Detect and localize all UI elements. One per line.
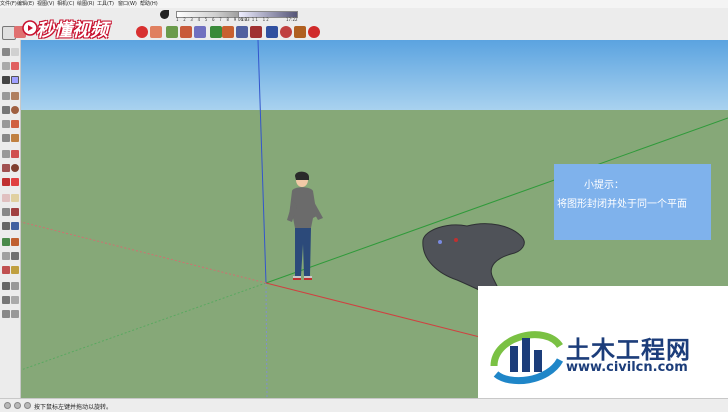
rectangle-tool-icon[interactable] xyxy=(2,92,10,100)
rotate-tool-icon[interactable] xyxy=(2,164,10,172)
menu-tools[interactable]: 工具(T) xyxy=(97,0,114,8)
offset-tool-icon[interactable] xyxy=(11,150,19,158)
sky xyxy=(21,40,728,110)
geo-location-icon[interactable] xyxy=(4,402,11,409)
move-tool-icon[interactable] xyxy=(2,150,10,158)
zoom-extents-tool-icon[interactable] xyxy=(2,252,10,260)
text-tool-icon[interactable] xyxy=(11,194,19,202)
3d-text-tool-icon[interactable] xyxy=(11,208,19,216)
sandbox-icon[interactable] xyxy=(2,296,10,304)
status-bar: 按下鼠标左键并拖动以旋转。 xyxy=(0,398,728,412)
text-icon[interactable] xyxy=(180,26,192,38)
site-url: www.civilcn.com xyxy=(566,360,688,375)
menu-view[interactable]: 视图(V) xyxy=(37,0,54,8)
zoom-tool-icon[interactable] xyxy=(2,238,10,246)
status-text: 按下鼠标左键并拖动以旋转。 xyxy=(34,404,113,411)
warehouse-icon[interactable] xyxy=(308,26,320,38)
menu-file[interactable]: 文件(F) xyxy=(0,0,17,8)
pan-tool-icon[interactable] xyxy=(11,222,19,230)
scale-tool-icon[interactable] xyxy=(11,164,19,172)
orbit-tool-icon[interactable] xyxy=(2,222,10,230)
time-start: 06:33 xyxy=(238,17,250,22)
look-around-icon[interactable] xyxy=(2,282,10,290)
protractor-tool-icon[interactable] xyxy=(2,194,10,202)
select-tool-icon[interactable] xyxy=(2,48,10,56)
menu-draw[interactable]: 绘图(R) xyxy=(77,0,94,8)
polygon-tool-icon[interactable] xyxy=(2,106,10,114)
site-watermark: 土木工程网 www.civilcn.com xyxy=(478,286,728,411)
menu-camera[interactable]: 相机(C) xyxy=(57,0,74,8)
eraser-tool-icon[interactable] xyxy=(11,62,19,70)
tip-title: 小提示： xyxy=(584,180,624,191)
zoom-extents-icon[interactable] xyxy=(250,26,262,38)
arc2-tool-icon[interactable] xyxy=(2,120,10,128)
paint-bucket-icon[interactable] xyxy=(2,62,10,70)
tip-body: 将图形封闭并处于同一个平面 xyxy=(557,199,687,210)
push-pull-tool-icon[interactable] xyxy=(2,134,10,142)
brand-logo: 秒懂视频 xyxy=(22,16,142,41)
section-plane-icon[interactable] xyxy=(11,282,19,290)
freehand-tool-icon[interactable] xyxy=(11,76,19,84)
components-icon[interactable] xyxy=(280,26,292,38)
menu-help[interactable]: 帮助(H) xyxy=(140,0,158,8)
previous-tool-icon[interactable] xyxy=(11,252,19,260)
zoom-window-tool-icon[interactable] xyxy=(11,238,19,246)
shadow-icon[interactable] xyxy=(160,10,169,19)
menu-edit[interactable]: 编辑(E) xyxy=(17,0,34,8)
arc-tool-icon[interactable] xyxy=(11,106,19,114)
time-end: 17:22 xyxy=(286,17,298,22)
credits-icon[interactable] xyxy=(14,402,21,409)
brand-logo-text: 秒懂视频 xyxy=(36,20,108,41)
stamp-icon[interactable] xyxy=(2,310,10,318)
civil-logo-icon xyxy=(490,331,564,385)
previous-view-icon[interactable] xyxy=(266,26,278,38)
menu-window[interactable]: 窗口(W) xyxy=(118,0,137,8)
make-component-icon[interactable] xyxy=(11,48,19,56)
line-tool-icon[interactable] xyxy=(2,76,10,84)
left-toolbar xyxy=(0,40,21,398)
tip-box: 小提示： 将图形封闭并处于同一个平面 xyxy=(554,164,711,240)
month-ticks: 1 2 3 4 5 6 7 8 9 10 11 12 xyxy=(176,17,270,22)
drape-icon[interactable] xyxy=(11,310,19,318)
materials-icon[interactable] xyxy=(294,26,306,38)
circle-tool-icon[interactable] xyxy=(11,92,19,100)
cursor-marker xyxy=(454,238,458,242)
walk-tool-icon[interactable] xyxy=(11,266,19,274)
shape-vertex-marker xyxy=(438,240,442,244)
pie-tool-icon[interactable] xyxy=(11,120,19,128)
dimension-tool-icon[interactable] xyxy=(11,178,19,186)
zoom-icon[interactable] xyxy=(236,26,248,38)
help-icon[interactable] xyxy=(24,402,31,409)
follow-me-tool-icon[interactable] xyxy=(11,134,19,142)
axes-icon[interactable] xyxy=(194,26,206,38)
offset-icon[interactable] xyxy=(150,26,162,38)
smoove-icon[interactable] xyxy=(11,296,19,304)
pan-icon[interactable] xyxy=(222,26,234,38)
position-camera-icon[interactable] xyxy=(2,266,10,274)
orbit-icon[interactable] xyxy=(210,26,222,38)
tape-measure-icon[interactable] xyxy=(166,26,178,38)
tape-tool-icon[interactable] xyxy=(2,178,10,186)
axes-tool-icon[interactable] xyxy=(2,208,10,216)
